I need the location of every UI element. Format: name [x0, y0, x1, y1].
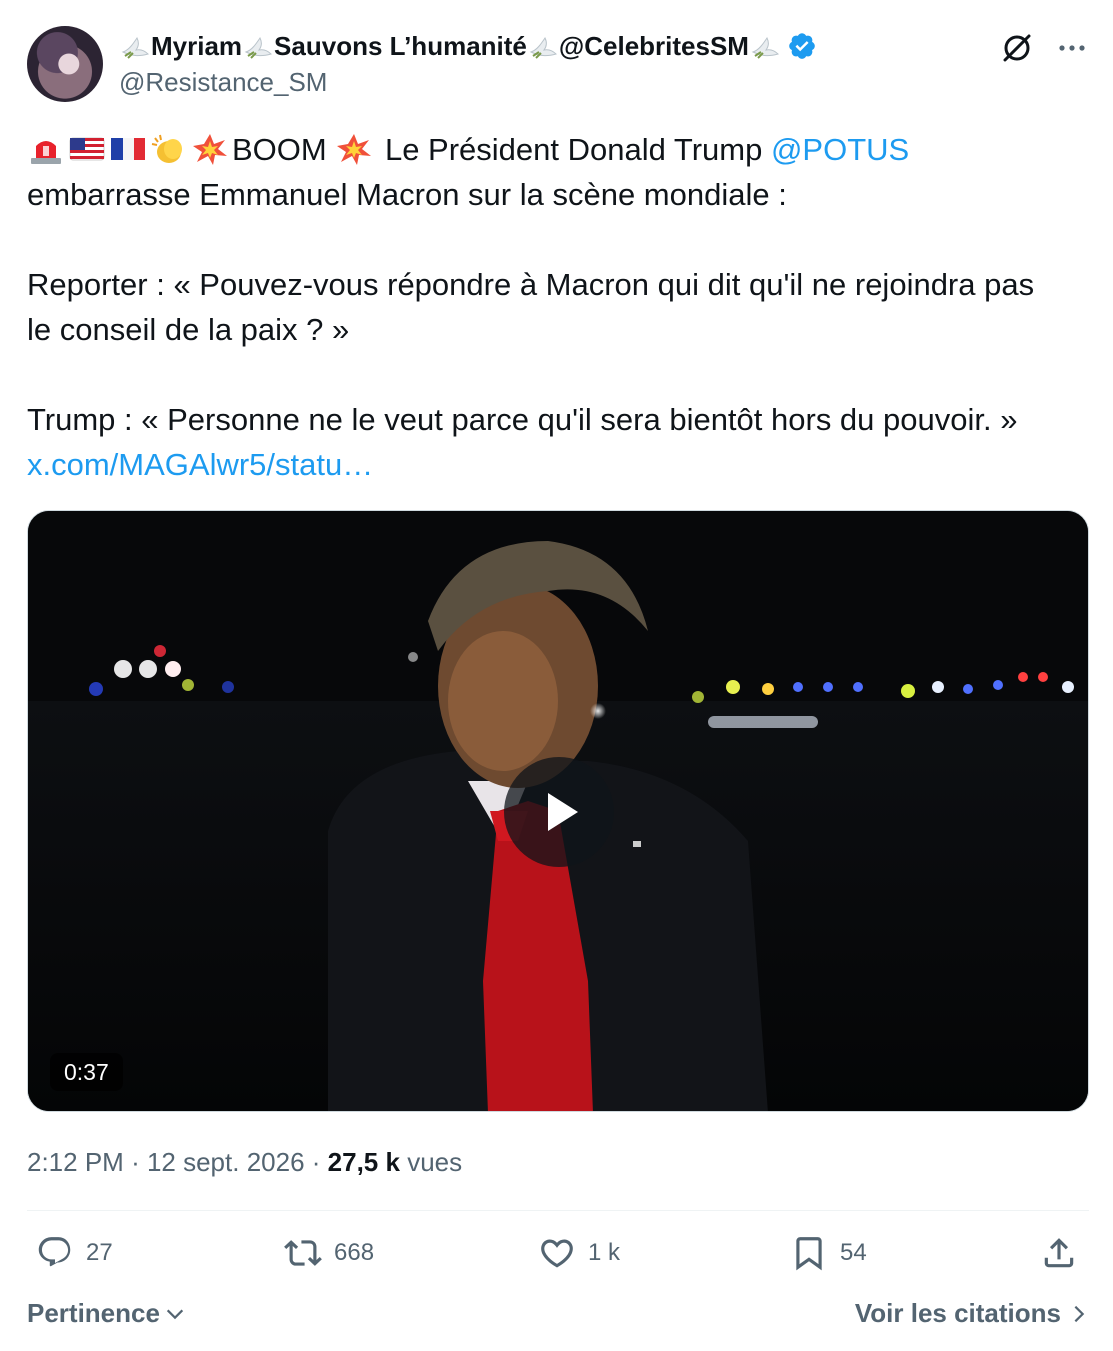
repost-icon — [284, 1240, 322, 1266]
mention-link[interactable]: @POTUS — [771, 132, 909, 167]
more-icon[interactable] — [1057, 33, 1087, 63]
bookmark-button[interactable]: 54 — [790, 1234, 867, 1272]
tweet-line-4: le conseil de la paix ? » — [27, 312, 350, 347]
display-name-part-1: Myriam — [151, 31, 243, 61]
repost-button[interactable]: 668 — [284, 1234, 374, 1272]
play-icon — [548, 793, 578, 831]
collision-emoji-icon — [335, 132, 373, 166]
tweet-date[interactable]: 12 sept. 2026 — [147, 1147, 305, 1177]
views-label: vues — [407, 1147, 463, 1177]
clapping-hands-emoji-icon — [150, 132, 188, 166]
dove-icon — [119, 32, 151, 60]
display-name-part-2: Sauvons L’humanité — [274, 31, 527, 61]
view-quotes-link[interactable]: Voir les citations — [855, 1298, 1089, 1329]
separator: · — [131, 1147, 147, 1177]
share-button[interactable] — [1040, 1234, 1078, 1272]
views-count: 27,5 k — [327, 1147, 400, 1177]
video-player[interactable]: 0:37 — [27, 510, 1089, 1112]
tweet-meta: 2:12 PM · 12 sept. 2026 · 27,5 k vues — [27, 1144, 462, 1180]
status-link[interactable]: x.com/MAGAlwr5/statu… — [27, 447, 373, 482]
divider — [27, 1210, 1089, 1211]
grok-icon[interactable] — [999, 30, 1035, 66]
us-flag-emoji-icon — [68, 132, 106, 166]
header-actions — [999, 30, 1087, 66]
author-handle[interactable]: @Resistance_SM — [119, 64, 817, 100]
like-count: 1 k — [588, 1239, 621, 1266]
author-names: Myriam Sauvons L’humanité @CelebritesSM … — [119, 28, 817, 100]
reply-button[interactable]: 27 — [36, 1234, 113, 1272]
tweet-header: Myriam Sauvons L’humanité @CelebritesSM … — [27, 26, 1087, 106]
sort-dropdown[interactable]: Pertinence — [27, 1298, 186, 1329]
dove-icon — [749, 32, 781, 60]
play-button[interactable] — [504, 757, 614, 867]
avatar[interactable] — [27, 26, 103, 102]
siren-emoji-icon — [27, 132, 65, 166]
bookmark-count: 54 — [840, 1239, 867, 1266]
heart-icon — [541, 1239, 573, 1268]
verified-badge-icon[interactable] — [787, 31, 817, 61]
bookmark-icon — [796, 1237, 822, 1271]
chevron-down-icon — [166, 1309, 184, 1319]
share-icon — [1044, 1238, 1074, 1268]
tweet-president-text: Le Président Donald Trump — [376, 132, 771, 167]
tweet-line-5: Trump : « Personne ne le veut parce qu'i… — [27, 402, 1018, 437]
tweet-text: BOOM Le Président Donald Trump @POTUS em… — [27, 127, 1092, 487]
tweet-line-1: BOOM Le Président Donald Trump @POTUS — [27, 127, 1092, 172]
chevron-right-icon — [1074, 1305, 1085, 1322]
quotes-label: Voir les citations — [854, 1298, 1061, 1328]
tweet-boom-text: BOOM — [232, 132, 336, 167]
tweet-line-2: embarrasse Emmanuel Macron sur la scène … — [27, 177, 787, 212]
reply-icon — [38, 1237, 71, 1267]
action-bar: 27 668 1 k 54 — [36, 1234, 1084, 1282]
video-duration: 0:37 — [50, 1053, 123, 1091]
display-name[interactable]: Myriam Sauvons L’humanité @CelebritesSM — [119, 28, 817, 64]
like-button[interactable]: 1 k — [538, 1234, 620, 1272]
dove-icon — [242, 32, 274, 60]
separator: · — [311, 1147, 328, 1177]
fr-flag-emoji-icon — [109, 132, 147, 166]
tweet-time[interactable]: 2:12 PM — [27, 1147, 124, 1177]
sort-label: Pertinence — [27, 1298, 160, 1328]
replies-footer: Pertinence Voir les citations — [27, 1298, 1089, 1338]
collision-emoji-icon — [191, 132, 229, 166]
repost-count: 668 — [334, 1239, 375, 1266]
tweet-line-3: Reporter : « Pouvez-vous répondre à Macr… — [27, 267, 1035, 302]
display-name-part-3: @CelebritesSM — [558, 31, 749, 61]
reply-count: 27 — [86, 1239, 113, 1266]
dove-icon — [527, 32, 559, 60]
